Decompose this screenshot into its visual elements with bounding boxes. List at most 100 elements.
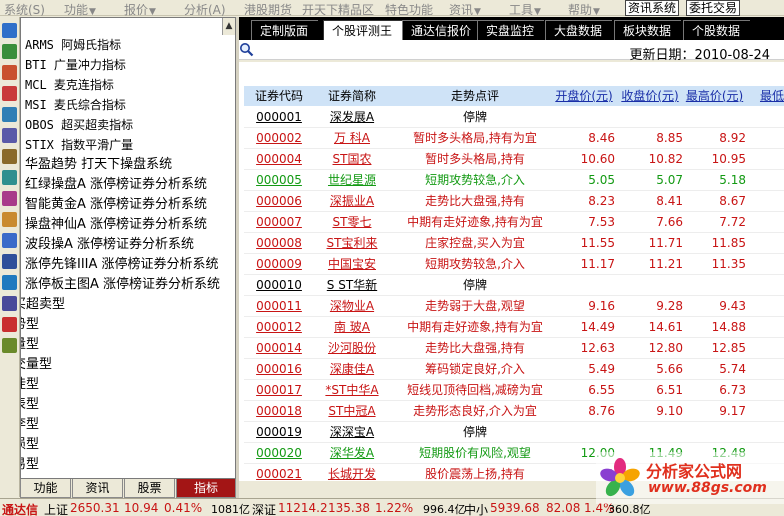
table-row[interactable]: 000012 南 玻A 中期有走好迹象,持有为宜 14.49 14.61 14.88 — [244, 317, 784, 338]
menu-help[interactable]: 帮助▼ — [568, 1, 600, 18]
stock-code-link[interactable]: 000012 — [244, 317, 314, 338]
formula-list-item[interactable]: 损型 — [21, 435, 39, 455]
search-icon[interactable] — [239, 42, 254, 57]
stock-name-link[interactable]: *ST中华A — [319, 380, 385, 401]
table-row[interactable]: 000019 深深宝A 停牌 — [244, 422, 784, 443]
table-row[interactable]: 000007 ST零七 中期有走好迹象,持有为宜 7.53 7.66 7.72 — [244, 212, 784, 233]
tab-live-monitor[interactable]: 实盘监控 — [477, 20, 545, 40]
quote-list-icon[interactable] — [2, 23, 17, 38]
header-open[interactable]: 开盘价(元) — [549, 86, 619, 106]
formula-list-item[interactable]: 红绿操盘A 涨停榜证券分析系统 — [25, 175, 207, 195]
formula-list-item[interactable]: 智能黄金A 涨停榜证券分析系统 — [25, 195, 207, 215]
stock-code-link[interactable]: 000017 — [244, 380, 314, 401]
stock-name-link[interactable]: 中国宝安 — [319, 254, 385, 275]
menu-hk-futures[interactable]: 港股期货 — [244, 1, 292, 18]
table-row[interactable]: 000008 ST宝利来 庄家控盘,买入为宜 11.55 11.71 11.85 — [244, 233, 784, 254]
table-row[interactable]: 000010 S ST华新 停牌 — [244, 275, 784, 296]
tab-function[interactable]: 功能 — [20, 479, 71, 498]
tab-stock-evaluator[interactable]: 个股评测王 — [323, 20, 404, 40]
formula-list-item[interactable]: MSI 麦氏综合指标 — [25, 95, 126, 115]
formula-list-item[interactable]: MCL 麦克连指标 — [25, 75, 114, 95]
tab-news[interactable]: 资讯 — [72, 479, 123, 498]
sz-index-value[interactable]: 11214.2 — [278, 501, 328, 515]
table-row[interactable]: 000005 世纪星源 短期攻势较急,介入 5.05 5.07 5.18 — [244, 170, 784, 191]
calc-icon[interactable] — [2, 191, 17, 206]
stock-name-link[interactable]: 沙河股份 — [319, 338, 385, 359]
info-system-button[interactable]: 资讯系统 — [625, 0, 680, 16]
menu-premium[interactable]: 开天下精品区 — [302, 1, 374, 18]
table-row[interactable]: 000002 万 科A 暂时多头格局,持有为宜 8.46 8.85 8.92 — [244, 128, 784, 149]
stock-name-link[interactable]: ST中冠A — [319, 401, 385, 422]
table-row[interactable]: 000004 ST国农 暂时多头格局,持有 10.60 10.82 10.95 — [244, 149, 784, 170]
formula-list-item[interactable]: OBOS 超买超卖指标 — [25, 115, 133, 135]
stock-name-link[interactable]: 深深宝A — [319, 422, 385, 443]
stock-name-link[interactable]: 深发展A — [319, 107, 385, 128]
formula-list-item[interactable]: 表型 — [21, 395, 39, 415]
table-row[interactable]: 000009 中国宝安 短期攻势较急,介入 11.17 11.21 11.35 — [244, 254, 784, 275]
header-low[interactable]: 最低 — [752, 86, 784, 106]
formula-list-item[interactable]: 李型 — [21, 415, 39, 435]
doc-icon[interactable] — [2, 149, 17, 164]
stock-code-link[interactable]: 000021 — [244, 464, 314, 481]
kline-icon[interactable] — [2, 86, 17, 101]
formula-list-item[interactable]: 涨停先锋IIIA 涨停榜证券分析系统 — [25, 255, 219, 275]
header-high[interactable]: 最高价(元) — [681, 86, 748, 106]
stock-code-link[interactable]: 000004 — [244, 149, 314, 170]
tab-tdx-quote[interactable]: 通达信报价 — [402, 20, 482, 40]
formula-list-item[interactable]: 交量型 — [21, 355, 52, 375]
link-icon[interactable] — [2, 317, 17, 332]
tab-stocks[interactable]: 股票 — [124, 479, 175, 498]
stock-code-link[interactable]: 000011 — [244, 296, 314, 317]
table-row[interactable]: 000018 ST中冠A 走势形态良好,介入为宜 8.76 9.10 9.17 — [244, 401, 784, 422]
menu-system[interactable]: 系统(S) — [4, 1, 45, 18]
stock-code-link[interactable]: 000019 — [244, 422, 314, 443]
table-row[interactable]: 000011 深物业A 走势弱于大盘,观望 9.16 9.28 9.43 — [244, 296, 784, 317]
formula-list-item[interactable]: 操盘神仙A 涨停榜证券分析系统 — [25, 215, 207, 235]
formula-list-item[interactable]: 势型 — [21, 315, 39, 335]
formula-list-panel[interactable]: ▲ ARMS 阿姆氏指标 BTI 广量冲力指标 MCL 麦克连指标 MSI 麦氏综合指… — [20, 17, 236, 479]
multi-window-icon[interactable] — [2, 44, 17, 59]
zx-index-value[interactable]: 5939.68 — [490, 501, 540, 515]
stock-code-link[interactable]: 000006 — [244, 191, 314, 212]
formula-list-item[interactable]: 量型 — [21, 335, 39, 355]
etf-icon[interactable] — [2, 296, 17, 311]
stock-name-link[interactable]: 深振业A — [319, 191, 385, 212]
header-trend[interactable]: 走势点评 — [390, 86, 560, 106]
menu-function[interactable]: 功能▼ — [64, 1, 96, 18]
tab-market-data[interactable]: 大盘数据 — [545, 20, 613, 40]
menu-special[interactable]: 特色功能 — [385, 1, 433, 18]
stock-name-link[interactable]: 长城开发 — [319, 464, 385, 481]
stock-name-link[interactable]: 南 玻A — [319, 317, 385, 338]
table-icon[interactable] — [2, 107, 17, 122]
stock-code-link[interactable]: 000002 — [244, 128, 314, 149]
stock-name-link[interactable]: ST零七 — [319, 212, 385, 233]
tab-stock-data[interactable]: 个股数据 — [683, 20, 751, 40]
table-row[interactable]: 000014 沙河股份 走势比大盘强,持有 12.63 12.80 12.85 — [244, 338, 784, 359]
list-icon[interactable] — [2, 128, 17, 143]
stock-code-link[interactable]: 000005 — [244, 170, 314, 191]
tab-indicators[interactable]: 指标 — [176, 479, 236, 498]
sh-index-value[interactable]: 2650.31 — [70, 501, 120, 515]
formula-list-item[interactable]: 华盈趋势 打天下操盘系统 — [25, 155, 172, 175]
search-icon[interactable] — [2, 275, 17, 290]
stock-name-link[interactable]: 深物业A — [319, 296, 385, 317]
table-row[interactable]: 000017 *ST中华A 短线见顶待回档,减磅为宜 6.55 6.51 6.73 — [244, 380, 784, 401]
palette-icon[interactable] — [2, 338, 17, 353]
formula-list-item[interactable]: 买超卖型 — [21, 295, 65, 315]
stock-code-link[interactable]: 000001 — [244, 107, 314, 128]
stock-name-link[interactable]: 深康佳A — [319, 359, 385, 380]
formula-list-item[interactable]: STIX 指数平滑广量 — [25, 135, 133, 155]
menu-tools[interactable]: 工具▼ — [509, 1, 541, 18]
table-row[interactable]: 000016 深康佳A 筹码锁定良好,介入 5.49 5.66 5.74 — [244, 359, 784, 380]
table-row[interactable]: 000001 深发展A 停牌 — [244, 107, 784, 128]
stock-name-link[interactable]: 世纪星源 — [319, 170, 385, 191]
stock-code-link[interactable]: 000016 — [244, 359, 314, 380]
formula-list-item[interactable]: 涨停板主图A 涨停榜证券分析系统 — [25, 275, 220, 295]
mail-icon[interactable] — [2, 212, 17, 227]
formula-list-item[interactable]: 徒型 — [21, 375, 39, 395]
stock-code-link[interactable]: 000020 — [244, 443, 314, 464]
stock-name-link[interactable]: 万 科A — [319, 128, 385, 149]
stock-code-link[interactable]: 000009 — [244, 254, 314, 275]
info-icon[interactable] — [2, 233, 17, 248]
tab-sector-data[interactable]: 板块数据 — [614, 20, 682, 40]
